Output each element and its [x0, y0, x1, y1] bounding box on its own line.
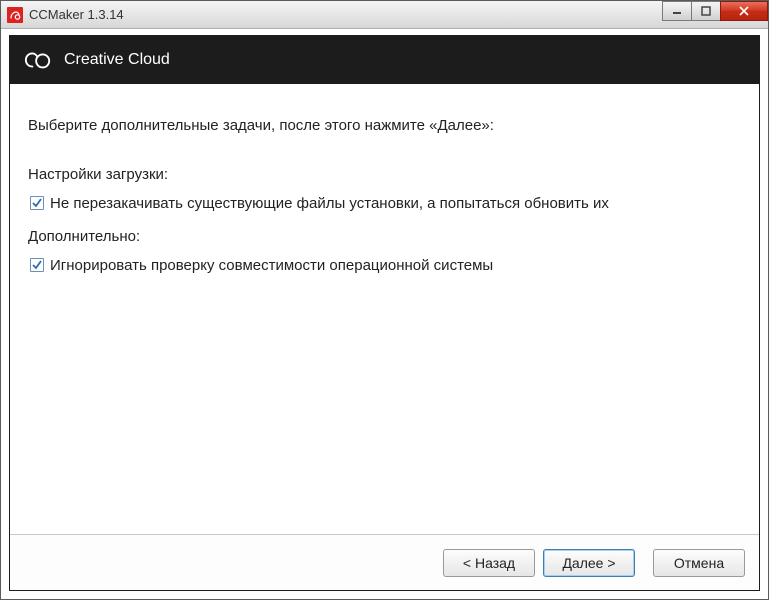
banner-title: Creative Cloud	[64, 51, 170, 69]
content-area: Выберите дополнительные задачи, после эт…	[10, 84, 759, 291]
window-title: CCMaker 1.3.14	[29, 7, 124, 22]
next-button[interactable]: Далее >	[543, 549, 635, 577]
maximize-button[interactable]	[691, 1, 721, 21]
titlebar[interactable]: CCMaker 1.3.14	[1, 1, 768, 29]
checkbox-1-label: Не перезакачивать существующие файлы уст…	[50, 190, 741, 217]
client-area: Creative Cloud Выберите дополнительные з…	[9, 35, 760, 591]
close-button[interactable]	[720, 1, 768, 21]
app-icon	[7, 7, 23, 23]
footer: < Назад Далее > Отмена	[10, 534, 759, 590]
checkbox-row-1[interactable]: Не перезакачивать существующие файлы уст…	[28, 190, 741, 217]
instruction-text: Выберите дополнительные задачи, после эт…	[28, 112, 741, 139]
window-controls	[663, 1, 768, 23]
window-frame: CCMaker 1.3.14 Creative Cloud В	[0, 0, 769, 600]
checkbox-row-2[interactable]: Игнорировать проверку совместимости опер…	[28, 252, 741, 279]
section-extra-label: Дополнительно:	[28, 223, 741, 250]
minimize-button[interactable]	[662, 1, 692, 21]
back-button[interactable]: < Назад	[443, 549, 535, 577]
creative-cloud-icon	[24, 46, 52, 74]
cancel-button[interactable]: Отмена	[653, 549, 745, 577]
checkbox-2[interactable]	[30, 258, 44, 272]
checkbox-1[interactable]	[30, 196, 44, 210]
banner: Creative Cloud	[10, 36, 759, 84]
section-download-label: Настройки загрузки:	[28, 161, 741, 188]
checkbox-2-label: Игнорировать проверку совместимости опер…	[50, 252, 741, 279]
